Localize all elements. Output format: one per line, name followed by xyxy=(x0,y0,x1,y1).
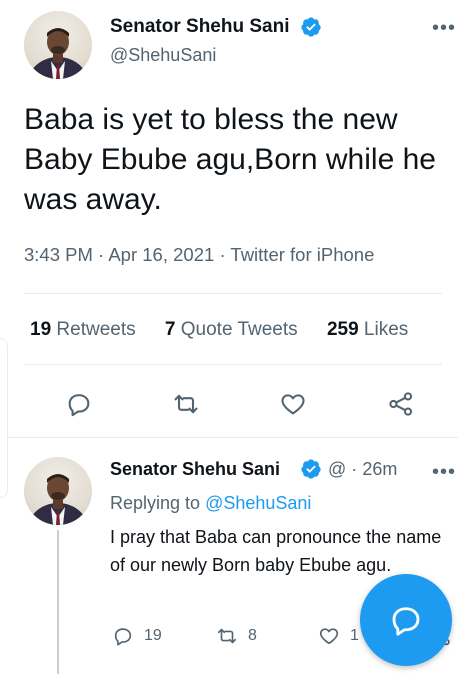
replying-mention[interactable]: @ShehuSani xyxy=(205,493,311,513)
tweet-stats: 19 Retweets 7 Quote Tweets 259 Likes xyxy=(30,319,408,341)
like-count: 1 xyxy=(350,627,359,644)
reply-time[interactable]: 26m xyxy=(362,459,397,479)
reply-retweet-action[interactable]: 8 xyxy=(216,624,257,648)
tweet-date[interactable]: Apr 16, 2021 xyxy=(108,244,214,265)
meta-separator: · xyxy=(351,459,358,479)
quote-tweets-stat[interactable]: 7 Quote Tweets xyxy=(165,319,298,341)
verified-badge-icon xyxy=(300,16,322,38)
reply-reply-action[interactable]: 19 xyxy=(112,624,162,648)
reply-icon xyxy=(114,628,132,646)
retweet-icon[interactable] xyxy=(172,390,200,418)
heart-icon[interactable] xyxy=(279,390,307,418)
author-handle[interactable]: @ShehuSani xyxy=(110,45,216,66)
heart-icon xyxy=(319,628,339,645)
divider xyxy=(0,437,458,438)
compose-reply-button[interactable] xyxy=(360,574,452,666)
compose-icon xyxy=(392,607,420,636)
thread-line xyxy=(57,530,59,674)
reply-like-action[interactable]: 1 xyxy=(318,624,359,648)
retweet-icon xyxy=(217,628,237,644)
reply-author-avatar[interactable] xyxy=(24,457,92,525)
panel-edge xyxy=(0,338,8,498)
reply-text: I pray that Baba can pronounce the name … xyxy=(110,527,442,575)
retweets-stat[interactable]: 19 Retweets xyxy=(30,319,136,341)
replying-prefix: Replying to xyxy=(110,493,201,513)
reply-icon[interactable] xyxy=(65,390,93,418)
replying-to: Replying to @ShehuSani xyxy=(110,493,311,514)
reply-count: 19 xyxy=(144,627,162,644)
more-options-icon[interactable]: ••• xyxy=(432,462,456,482)
author-name[interactable]: Senator Shehu Sani xyxy=(110,16,289,38)
reply-author-handle[interactable]: @ xyxy=(328,459,346,479)
share-icon[interactable] xyxy=(387,390,415,418)
meta-separator: · xyxy=(219,244,226,265)
reply-author-name[interactable]: Senator Shehu Sani xyxy=(110,459,280,480)
meta-separator: · xyxy=(98,244,105,265)
more-options-icon[interactable]: ••• xyxy=(432,18,456,38)
retweet-count: 8 xyxy=(248,627,257,644)
reply-meta: @ · 26m xyxy=(328,459,397,480)
likes-stat[interactable]: 259 Likes xyxy=(327,319,408,341)
verified-badge-icon xyxy=(300,458,322,480)
tweet-time[interactable]: 3:43 PM xyxy=(24,244,93,265)
tweet-source[interactable]: Twitter for iPhone xyxy=(230,244,374,265)
tweet-meta: 3:43 PM · Apr 16, 2021 · Twitter for iPh… xyxy=(24,244,374,266)
divider xyxy=(24,293,442,294)
divider xyxy=(24,364,442,365)
tweet-text: Baba is yet to bless the new Baby Ebube … xyxy=(24,103,436,216)
author-avatar[interactable] xyxy=(24,11,92,79)
